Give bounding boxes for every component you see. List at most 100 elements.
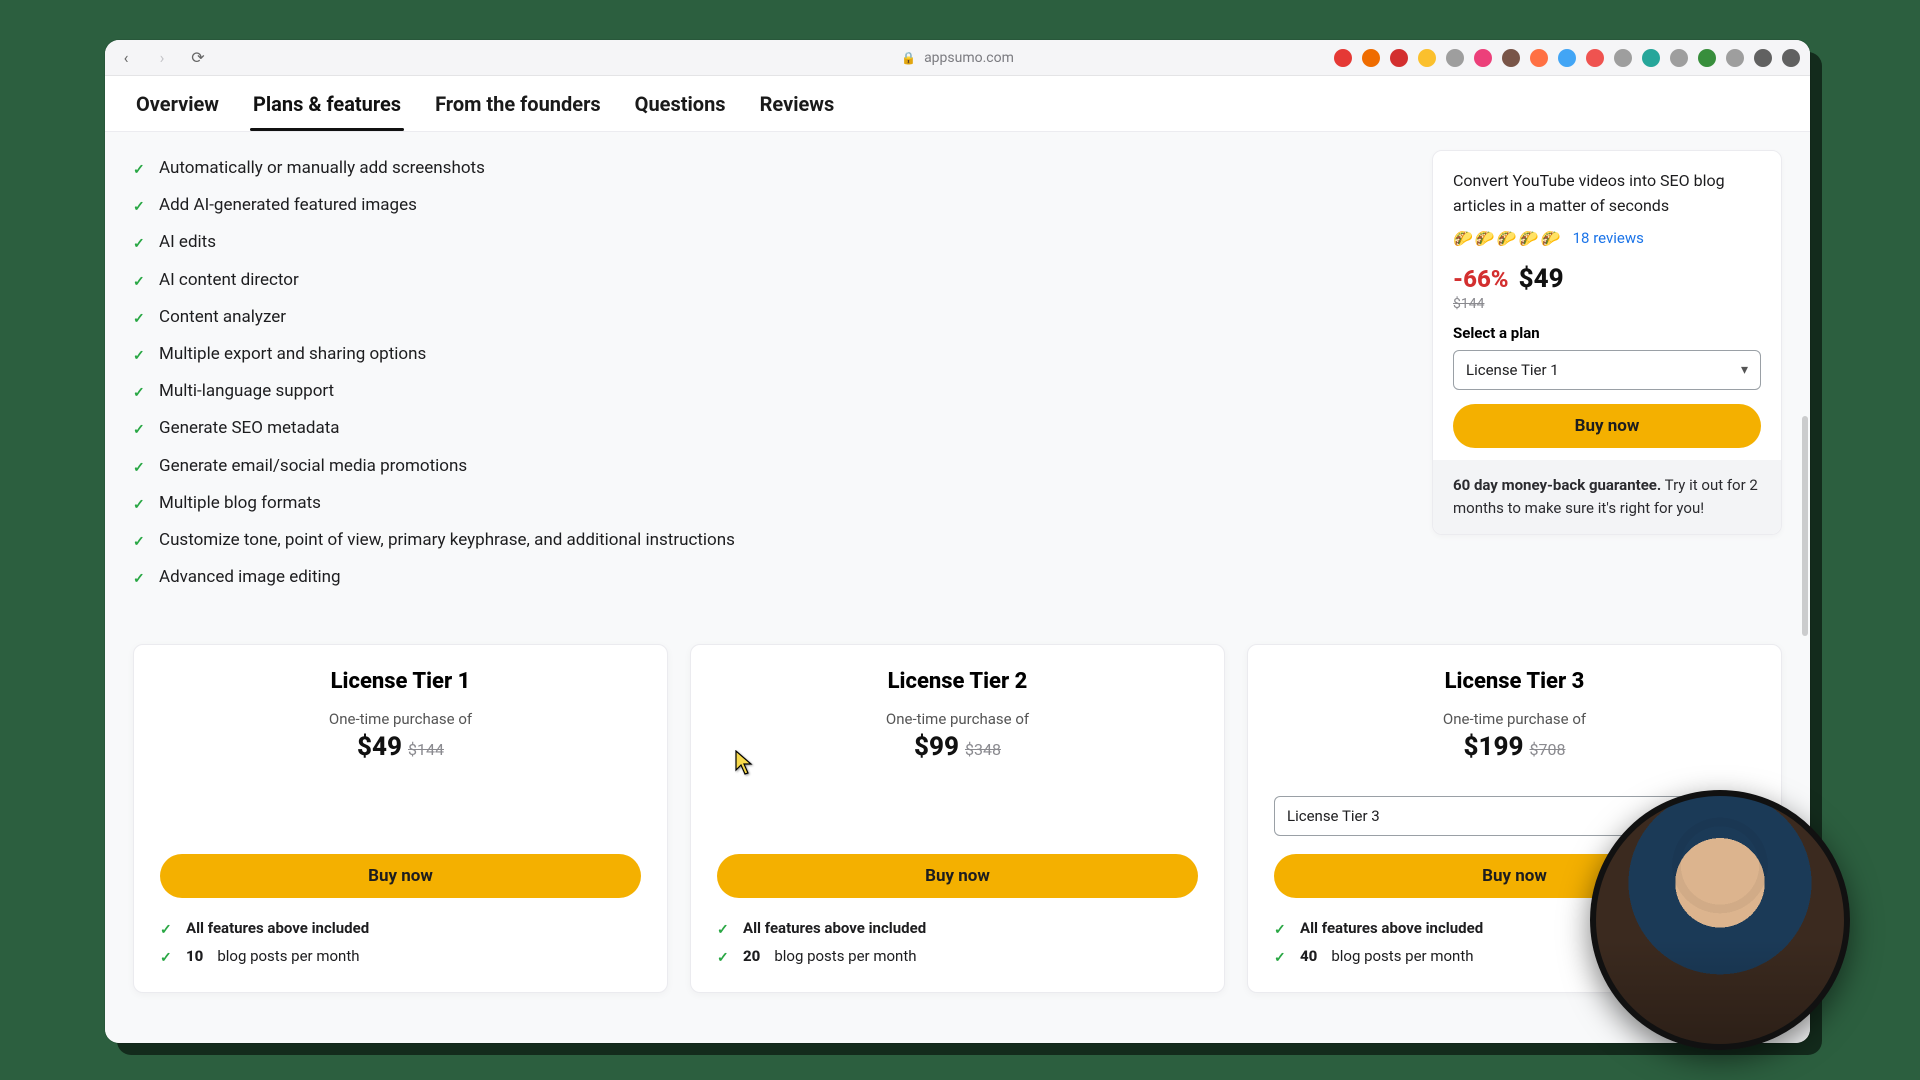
tier-feature-text: All features above included [743, 919, 926, 937]
check-icon: ✓ [133, 345, 149, 367]
tier-feature-list: ✓ All features above included ✓20 blog pos… [717, 914, 1198, 970]
feature-text: Add AI-generated featured images [159, 192, 417, 219]
feature-item: ✓Customize tone, point of view, primary … [133, 522, 1400, 559]
extension-icon[interactable] [1670, 49, 1688, 67]
tier-buy-now-button[interactable]: Buy now [160, 854, 641, 898]
tier-original-price: $348 [965, 740, 1001, 759]
check-icon: ✓ [717, 950, 733, 966]
extension-icon[interactable] [1614, 49, 1632, 67]
extension-icon[interactable] [1726, 49, 1744, 67]
tier-cards: License Tier 1One-time purchase of$49$14… [105, 596, 1810, 993]
extension-icon[interactable] [1362, 49, 1380, 67]
extension-icon[interactable] [1334, 49, 1352, 67]
tier-feature-item: ✓ 10 blog posts per month [160, 942, 641, 970]
tier-buy-now-button[interactable]: Buy now [717, 854, 1198, 898]
scrollbar-thumb[interactable] [1802, 416, 1808, 636]
feature-list: ✓Automatically or manually add screensho… [133, 150, 1400, 596]
extension-icon[interactable] [1642, 49, 1660, 67]
tier-original-price: $144 [408, 740, 444, 759]
check-icon: ✓ [133, 196, 149, 218]
extension-icon[interactable] [1502, 49, 1520, 67]
tab-plans-features[interactable]: Plans & features [250, 78, 404, 130]
tier-card: License Tier 2 One-time purchase of $99 $34… [690, 644, 1225, 993]
price-row: -66% $49 [1453, 264, 1761, 294]
feature-item: ✓Multiple export and sharing options [133, 336, 1400, 373]
feature-text: Advanced image editing [159, 564, 341, 591]
feature-item: ✓Automatically or manually add screensho… [133, 150, 1400, 187]
check-icon: ✓ [133, 531, 149, 553]
check-icon: ✓ [133, 271, 149, 293]
webcam-overlay [1590, 790, 1850, 1050]
tab-from-the-founders[interactable]: From the founders [432, 78, 604, 130]
reviews-link[interactable]: 18 reviews [1573, 229, 1644, 247]
feature-item: ✓Generate email/social media promotions [133, 448, 1400, 485]
stage: ‹ › ⟳ 🔒 appsumo.com Overview Plans & feat… [0, 0, 1920, 1080]
feature-text: Multi-language support [159, 378, 334, 405]
select-plan-label: Select a plan [1453, 324, 1761, 342]
tab-reviews[interactable]: Reviews [757, 78, 838, 130]
extension-icon[interactable] [1418, 49, 1436, 67]
address-domain: appsumo.com [924, 50, 1014, 66]
tier-price-row: $49 $144 [160, 732, 641, 762]
address-bar[interactable]: 🔒 appsumo.com [901, 50, 1014, 66]
extension-tray [1334, 49, 1800, 67]
guarantee-bold: 60 day money-back guarantee. [1453, 476, 1661, 494]
extension-icon[interactable] [1446, 49, 1464, 67]
extension-icon[interactable] [1782, 49, 1800, 67]
tier-price: $99 [914, 732, 959, 762]
tab-questions[interactable]: Questions [632, 78, 729, 130]
extension-icon[interactable] [1530, 49, 1548, 67]
back-button[interactable]: ‹ [115, 47, 137, 69]
tier-price-row: $99 $348 [717, 732, 1198, 762]
extension-icon[interactable] [1754, 49, 1772, 67]
browser-window: ‹ › ⟳ 🔒 appsumo.com Overview Plans & feat… [105, 40, 1810, 1043]
tier-posts-count: 10 [186, 947, 203, 965]
plan-select[interactable]: License Tier 1 ▾ [1453, 350, 1761, 390]
tier-posts-label: blog posts per month [1331, 947, 1473, 965]
guarantee-note: 60 day money-back guarantee. Try it out … [1433, 460, 1781, 535]
feature-text: Content analyzer [159, 304, 286, 331]
tier-feature-list: ✓All features above included ✓ 10 blog pos… [160, 914, 641, 970]
extension-icon[interactable] [1474, 49, 1492, 67]
page-body: Overview Plans & features From the founder… [105, 76, 1810, 1043]
sidebar-column: Convert YouTube videos into SEO blog art… [1432, 150, 1782, 535]
tier-feature-item: ✓All features above included [160, 914, 641, 942]
content-columns: ✓Automatically or manually add screensho… [105, 132, 1810, 596]
tier-feature-item: ✓20 blog posts per month [717, 942, 1198, 970]
extension-icon[interactable] [1390, 49, 1408, 67]
tier-feature-text: All features above included [1300, 919, 1483, 937]
tier-title: License Tier 2 [717, 669, 1198, 694]
spacer [160, 762, 641, 836]
section-tabs: Overview Plans & features From the founder… [105, 76, 1810, 132]
tier-posts-label: blog posts per month [217, 947, 359, 965]
extension-icon[interactable] [1558, 49, 1576, 67]
browser-toolbar: ‹ › ⟳ 🔒 appsumo.com [105, 40, 1810, 76]
tier-subtitle: One-time purchase of [1274, 710, 1755, 728]
feature-item: ✓ Add AI-generated featured images [133, 187, 1400, 224]
tab-overview[interactable]: Overview [133, 78, 222, 130]
check-icon: ✓ [160, 950, 176, 966]
feature-text: AI content director [159, 267, 299, 294]
tier-subtitle: One-time purchase of [160, 710, 641, 728]
extension-icon[interactable] [1586, 49, 1604, 67]
tier-subtitle: One-time purchase of [717, 710, 1198, 728]
feature-text: Generate SEO metadata [159, 415, 340, 442]
extension-icon[interactable] [1698, 49, 1716, 67]
current-price: $49 [1519, 264, 1564, 294]
reload-button[interactable]: ⟳ [187, 47, 209, 69]
chevron-down-icon: ▾ [1741, 362, 1748, 378]
discount-percent: -66% [1453, 265, 1509, 293]
feature-item: ✓AI edits [133, 224, 1400, 261]
tier-price: $49 [357, 732, 402, 762]
forward-button[interactable]: › [151, 47, 173, 69]
tier-price: $199 [1464, 732, 1524, 762]
check-icon: ✓ [133, 382, 149, 404]
plan-select-value: License Tier 1 [1466, 361, 1559, 379]
buy-now-button[interactable]: Buy now [1453, 404, 1761, 448]
check-icon: ✓ [133, 457, 149, 479]
buy-card: Convert YouTube videos into SEO blog art… [1433, 151, 1781, 460]
feature-item: ✓Content analyzer [133, 299, 1400, 336]
feature-item: ✓ AI content director [133, 262, 1400, 299]
check-icon: ✓ [133, 233, 149, 255]
tier-original-price: $708 [1530, 740, 1566, 759]
